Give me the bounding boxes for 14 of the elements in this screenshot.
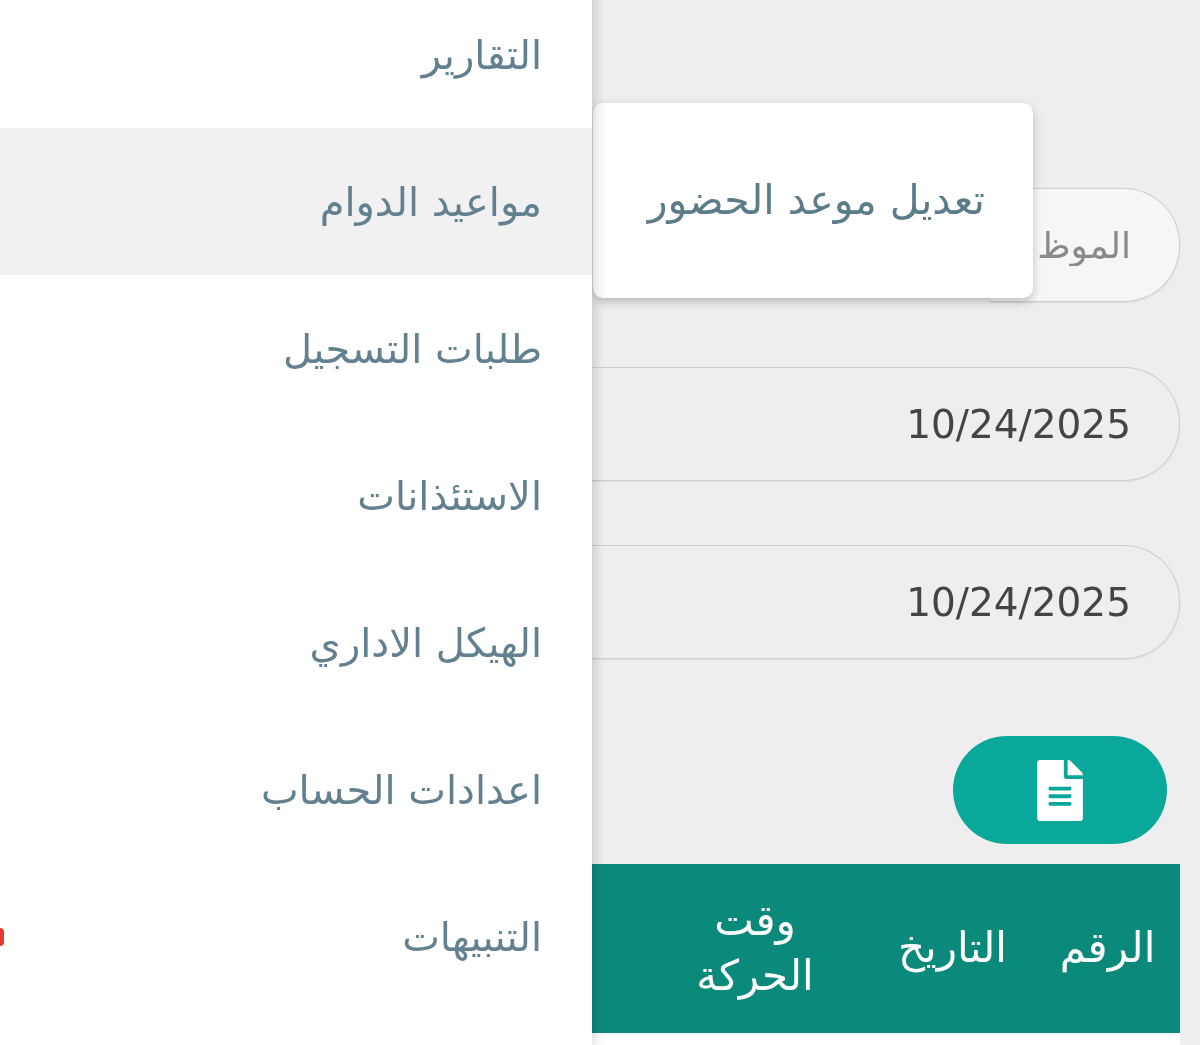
document-icon bbox=[1037, 759, 1083, 821]
date-field[interactable]: 10/24/2025 bbox=[592, 545, 1180, 659]
column-header: التاريخ bbox=[898, 922, 1007, 975]
drawer-item[interactable]: الهيكل الاداري bbox=[0, 569, 592, 716]
date-field[interactable]: 10/24/2025 bbox=[592, 367, 1180, 481]
drawer-item[interactable]: طلبات التسجيل bbox=[0, 275, 592, 422]
drawer-item[interactable]: مواعيد الدوام bbox=[0, 128, 592, 275]
menu-item[interactable]: تعديل موعد الحضور bbox=[647, 169, 985, 232]
column-header: وقت الحركة bbox=[695, 894, 815, 1002]
column-header: الرقم bbox=[1059, 922, 1156, 975]
drawer-item[interactable]: التنبيهات bbox=[0, 863, 592, 1010]
drawer-item[interactable]: التقارير bbox=[0, 0, 592, 128]
drawer-item[interactable]: اعدادات الحساب bbox=[0, 716, 592, 863]
drawer-item[interactable]: الاستئذانات bbox=[0, 422, 592, 569]
